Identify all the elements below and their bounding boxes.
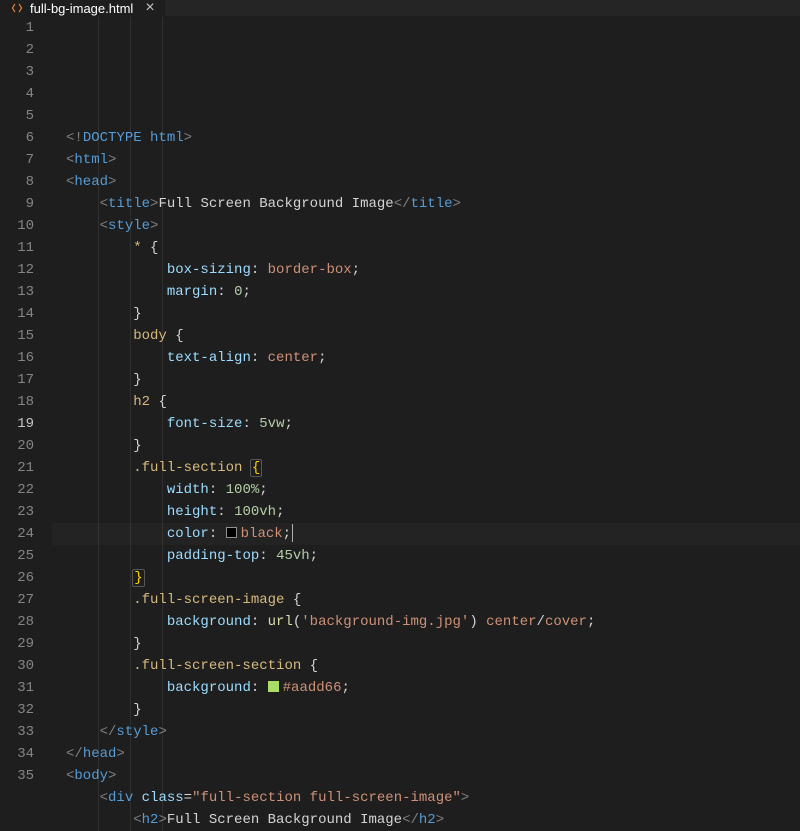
line-number: 15 bbox=[0, 325, 34, 347]
color-swatch bbox=[268, 681, 279, 692]
code-line[interactable]: </head> bbox=[52, 743, 800, 765]
line-number: 8 bbox=[0, 171, 34, 193]
code-line[interactable]: </style> bbox=[52, 721, 800, 743]
code-line[interactable]: .full-screen-image { bbox=[52, 589, 800, 611]
line-number: 16 bbox=[0, 347, 34, 369]
line-number: 27 bbox=[0, 589, 34, 611]
line-number: 1 bbox=[0, 17, 34, 39]
line-number: 19 bbox=[0, 413, 34, 435]
line-number: 17 bbox=[0, 369, 34, 391]
code-line[interactable]: } bbox=[52, 435, 800, 457]
code-line[interactable]: <title>Full Screen Background Image</tit… bbox=[52, 193, 800, 215]
line-number: 2 bbox=[0, 39, 34, 61]
line-number: 10 bbox=[0, 215, 34, 237]
line-number: 21 bbox=[0, 457, 34, 479]
code-line[interactable]: * { bbox=[52, 237, 800, 259]
tab-bar: full-bg-image.html × bbox=[0, 0, 800, 17]
line-number: 3 bbox=[0, 61, 34, 83]
line-number-gutter: 1234567891011121314151617181920212223242… bbox=[0, 17, 52, 831]
code-line[interactable]: h2 { bbox=[52, 391, 800, 413]
line-number: 5 bbox=[0, 105, 34, 127]
text-cursor bbox=[292, 524, 293, 542]
line-number: 6 bbox=[0, 127, 34, 149]
code-line[interactable]: text-align: center; bbox=[52, 347, 800, 369]
tab-filename: full-bg-image.html bbox=[30, 1, 133, 16]
line-number: 18 bbox=[0, 391, 34, 413]
line-number: 29 bbox=[0, 633, 34, 655]
code-line[interactable]: font-size: 5vw; bbox=[52, 413, 800, 435]
code-editor[interactable]: 1234567891011121314151617181920212223242… bbox=[0, 17, 800, 831]
line-number: 32 bbox=[0, 699, 34, 721]
code-line[interactable]: .full-screen-section { bbox=[52, 655, 800, 677]
code-line[interactable]: <body> bbox=[52, 765, 800, 787]
code-line[interactable]: background: url('background-img.jpg') ce… bbox=[52, 611, 800, 633]
code-line[interactable]: box-sizing: border-box; bbox=[52, 259, 800, 281]
code-line[interactable]: } bbox=[52, 303, 800, 325]
code-line[interactable]: } bbox=[52, 633, 800, 655]
line-number: 4 bbox=[0, 83, 34, 105]
line-number: 14 bbox=[0, 303, 34, 325]
code-line[interactable]: body { bbox=[52, 325, 800, 347]
line-number: 20 bbox=[0, 435, 34, 457]
line-number: 9 bbox=[0, 193, 34, 215]
color-swatch bbox=[226, 527, 237, 538]
line-number: 26 bbox=[0, 567, 34, 589]
line-number: 12 bbox=[0, 259, 34, 281]
code-line[interactable]: <div class="full-section full-screen-ima… bbox=[52, 787, 800, 809]
line-number: 11 bbox=[0, 237, 34, 259]
line-number: 13 bbox=[0, 281, 34, 303]
line-number: 22 bbox=[0, 479, 34, 501]
code-line[interactable]: padding-top: 45vh; bbox=[52, 545, 800, 567]
file-html-icon bbox=[10, 1, 24, 15]
close-icon[interactable]: × bbox=[145, 0, 154, 16]
line-number: 7 bbox=[0, 149, 34, 171]
code-line[interactable]: background: #aadd66; bbox=[52, 677, 800, 699]
code-line[interactable]: <head> bbox=[52, 171, 800, 193]
code-line[interactable]: color: black; bbox=[52, 523, 800, 545]
line-number: 31 bbox=[0, 677, 34, 699]
code-line[interactable]: } bbox=[52, 699, 800, 721]
line-number: 30 bbox=[0, 655, 34, 677]
line-number: 23 bbox=[0, 501, 34, 523]
line-number: 25 bbox=[0, 545, 34, 567]
code-line[interactable]: margin: 0; bbox=[52, 281, 800, 303]
code-line[interactable]: <style> bbox=[52, 215, 800, 237]
code-line[interactable]: } bbox=[52, 567, 800, 589]
code-content[interactable]: <!DOCTYPE html><html><head> <title>Full … bbox=[52, 17, 800, 831]
code-line[interactable]: } bbox=[52, 369, 800, 391]
line-number: 28 bbox=[0, 611, 34, 633]
line-number: 24 bbox=[0, 523, 34, 545]
code-line[interactable]: <html> bbox=[52, 149, 800, 171]
code-line[interactable]: .full-section { bbox=[52, 457, 800, 479]
code-line[interactable]: height: 100vh; bbox=[52, 501, 800, 523]
code-line[interactable]: <!DOCTYPE html> bbox=[52, 127, 800, 149]
line-number: 34 bbox=[0, 743, 34, 765]
active-tab[interactable]: full-bg-image.html × bbox=[0, 0, 166, 16]
line-number: 35 bbox=[0, 765, 34, 787]
code-line[interactable]: width: 100%; bbox=[52, 479, 800, 501]
line-number: 33 bbox=[0, 721, 34, 743]
code-line[interactable]: <h2>Full Screen Background Image</h2> bbox=[52, 809, 800, 831]
